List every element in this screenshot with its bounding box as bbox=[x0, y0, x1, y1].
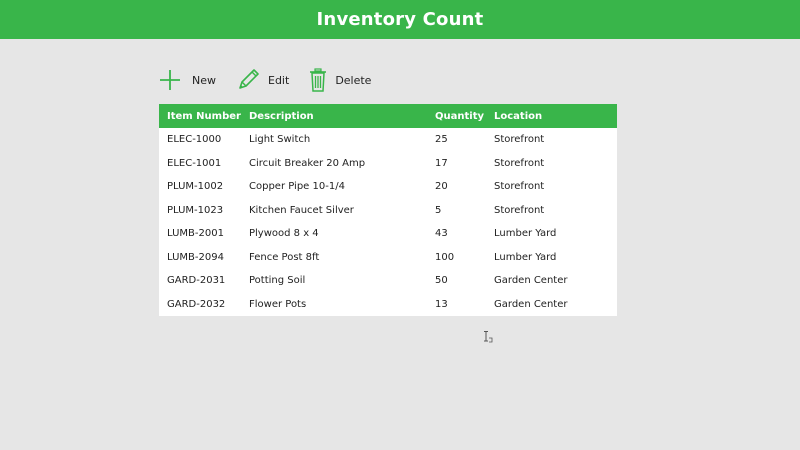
edit-button[interactable]: Edit bbox=[236, 66, 289, 94]
table-row[interactable]: LUMB-2001 Plywood 8 x 4 43 Lumber Yard bbox=[159, 222, 617, 246]
item-number-cell: GARD-2031 bbox=[167, 275, 226, 287]
description-cell: Potting Soil bbox=[249, 275, 306, 287]
description-cell: Circuit Breaker 20 Amp bbox=[249, 157, 366, 169]
page-title: Inventory Count bbox=[316, 9, 484, 30]
table-row[interactable]: PLUM-1002 Copper Pipe 10-1/4 20 Storefro… bbox=[159, 175, 617, 199]
description-cell: Fence Post 8ft bbox=[249, 251, 320, 263]
column-header-quantity[interactable]: Quantity bbox=[435, 104, 494, 128]
item-number-cell: LUMB-2094 bbox=[167, 251, 224, 263]
location-cell: Storefront bbox=[494, 134, 545, 146]
quantity-cell: 50 bbox=[435, 275, 448, 287]
location-cell: Storefront bbox=[494, 204, 545, 216]
text-cursor-icon bbox=[484, 328, 494, 343]
description-cell: Kitchen Faucet Silver bbox=[249, 204, 354, 216]
edit-button-label: Edit bbox=[268, 73, 290, 87]
toolbar: New Edit Delete bbox=[158, 66, 391, 94]
description-cell: Copper Pipe 10-1/4 bbox=[249, 181, 345, 193]
location-cell: Storefront bbox=[494, 181, 545, 193]
item-number-cell: ELEC-1000 bbox=[167, 134, 222, 146]
quantity-cell: 5 bbox=[435, 204, 442, 216]
table-row[interactable]: GARD-2032 Flower Pots 13 Garden Center bbox=[159, 293, 617, 317]
title-bar: Inventory Count bbox=[0, 0, 800, 39]
pencil-icon bbox=[236, 68, 260, 92]
table-row[interactable]: GARD-2031 Potting Soil 50 Garden Center bbox=[159, 269, 617, 293]
delete-button[interactable]: Delete bbox=[309, 66, 371, 94]
quantity-cell: 20 bbox=[435, 181, 448, 193]
location-cell: Lumber Yard bbox=[494, 251, 557, 263]
column-header-item-number[interactable]: Item Number bbox=[159, 104, 249, 128]
new-button[interactable]: New bbox=[158, 66, 216, 94]
item-number-cell: GARD-2032 bbox=[167, 298, 226, 310]
table-row[interactable]: LUMB-2094 Fence Post 8ft 100 Lumber Yard bbox=[159, 246, 617, 270]
item-number-cell: PLUM-1002 bbox=[167, 181, 224, 193]
quantity-cell: 13 bbox=[435, 298, 448, 310]
table-row[interactable]: ELEC-1001 Circuit Breaker 20 Amp 17 Stor… bbox=[159, 152, 617, 176]
location-cell: Garden Center bbox=[494, 275, 568, 287]
location-cell: Garden Center bbox=[494, 298, 568, 310]
column-header-location[interactable]: Location bbox=[494, 104, 617, 128]
item-number-cell: LUMB-2001 bbox=[167, 228, 224, 240]
quantity-cell: 25 bbox=[435, 134, 448, 146]
quantity-cell: 17 bbox=[435, 157, 448, 169]
column-header-description[interactable]: Description bbox=[249, 104, 435, 128]
location-cell: Storefront bbox=[494, 157, 545, 169]
quantity-cell: 43 bbox=[435, 228, 448, 240]
item-number-cell: PLUM-1023 bbox=[167, 204, 224, 216]
description-cell: Plywood 8 x 4 bbox=[249, 228, 319, 240]
table-row[interactable]: PLUM-1023 Kitchen Faucet Silver 5 Storef… bbox=[159, 199, 617, 223]
delete-button-label: Delete bbox=[335, 73, 372, 87]
table-header-row: Item Number Description Quantity Locatio… bbox=[159, 104, 617, 128]
table-row[interactable]: ELEC-1000 Light Switch 25 Storefront bbox=[159, 128, 617, 152]
quantity-cell: 100 bbox=[435, 251, 455, 263]
description-cell: Light Switch bbox=[249, 134, 311, 146]
item-number-cell: ELEC-1001 bbox=[167, 157, 222, 169]
trash-icon bbox=[309, 68, 327, 92]
description-cell: Flower Pots bbox=[249, 298, 307, 310]
new-button-label: New bbox=[192, 73, 216, 87]
inventory-table: Item Number Description Quantity Locatio… bbox=[159, 104, 617, 316]
location-cell: Lumber Yard bbox=[494, 228, 557, 240]
plus-icon bbox=[158, 68, 182, 92]
